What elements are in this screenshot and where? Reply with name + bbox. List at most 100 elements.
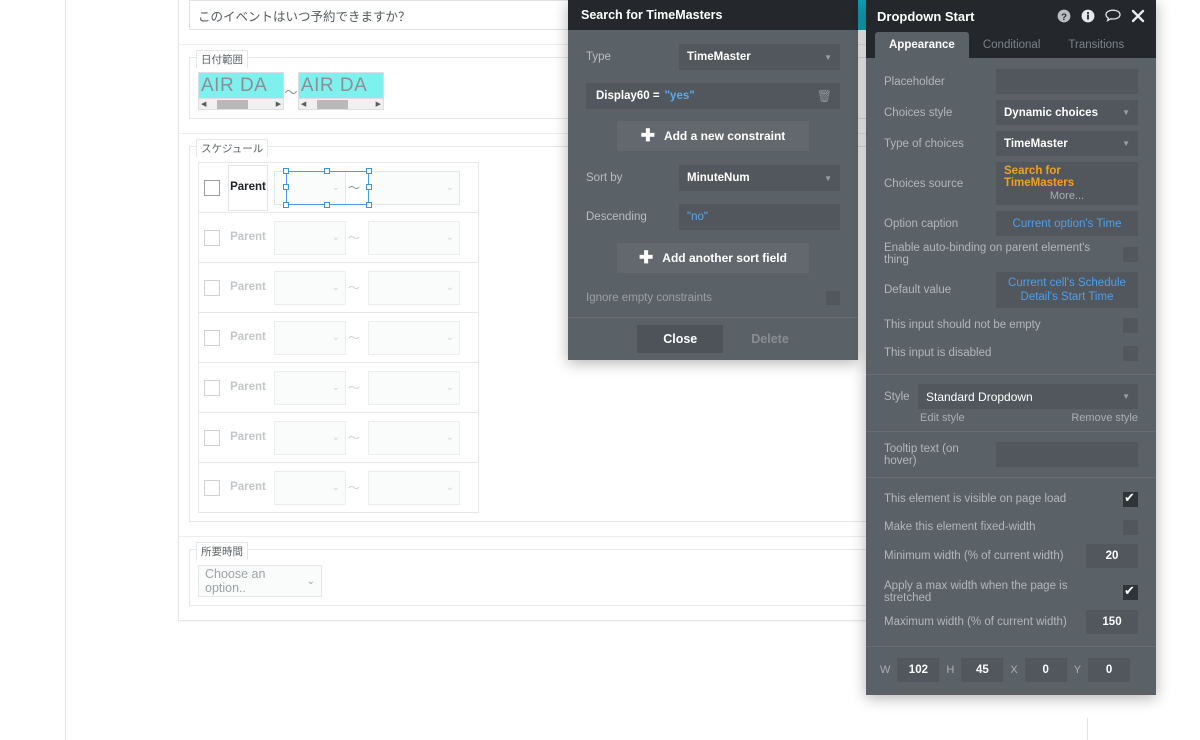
- x-input[interactable]: 0: [1024, 658, 1067, 682]
- table-row[interactable]: Parent ⌄ ～ ⌄: [199, 363, 478, 413]
- tab-appearance[interactable]: Appearance: [875, 32, 969, 58]
- row-start-dropdown[interactable]: ⌄: [274, 170, 346, 205]
- duration-body: Choose an option.. ⌄: [190, 565, 868, 605]
- row-start-dropdown[interactable]: ⌄: [274, 420, 346, 455]
- y-input[interactable]: 0: [1088, 658, 1131, 682]
- row-start-dropdown[interactable]: ⌄: [274, 320, 346, 355]
- height-input[interactable]: 45: [961, 658, 1004, 682]
- sort-by-dropdown[interactable]: MinuteNum ▼: [679, 165, 840, 191]
- choices-source-value[interactable]: Search for TimeMasters: [1004, 165, 1130, 189]
- duration-dropdown[interactable]: Choose an option.. ⌄: [198, 565, 322, 597]
- row-checkbox[interactable]: [204, 279, 220, 296]
- autobinding-checkbox[interactable]: [1123, 246, 1138, 262]
- table-row[interactable]: Parent ⌄ ～ ⌄: [199, 463, 478, 513]
- row-end-dropdown[interactable]: ⌄: [368, 170, 460, 205]
- type-of-choices-dropdown[interactable]: TimeMaster ▼: [996, 131, 1138, 156]
- default-value-line2: Detail's Start Time: [1020, 291, 1114, 303]
- date-range-end[interactable]: AIR DA ◀ ▶: [297, 72, 384, 110]
- fixed-width-checkbox[interactable]: [1123, 519, 1138, 535]
- scroll-left-arrow-icon[interactable]: ◀: [201, 100, 206, 109]
- table-row[interactable]: Parent ⌄ ～ ⌄: [199, 413, 478, 463]
- table-row[interactable]: Parent ⌄ ～ ⌄: [199, 263, 478, 313]
- y-label: Y: [1073, 664, 1082, 676]
- constraint-row[interactable]: Display60 = "yes" 🗑: [586, 83, 840, 109]
- y-value: 0: [1105, 664, 1113, 676]
- row-start-dropdown[interactable]: ⌄: [274, 220, 346, 255]
- help-icon[interactable]: ?: [1057, 9, 1071, 23]
- close-icon[interactable]: [1131, 9, 1145, 23]
- question-input[interactable]: このイベントはいつ予約できますか？: [189, 0, 569, 30]
- row-checkbox[interactable]: [204, 229, 220, 246]
- descending-value-field[interactable]: "no": [679, 204, 840, 230]
- delete-button[interactable]: Delete: [751, 332, 789, 346]
- property-editor-tabs: Appearance Conditional Transitions: [866, 32, 1156, 58]
- svg-text:?: ?: [1061, 12, 1067, 23]
- scroll-right-arrow-icon[interactable]: ▶: [376, 100, 381, 109]
- scroll-right-arrow-icon[interactable]: ▶: [276, 100, 281, 109]
- scrollbar-thumb[interactable]: [316, 100, 348, 109]
- width-input[interactable]: 102: [897, 658, 940, 682]
- schedule-table: Parent ⌄ ～ ⌄ Parent ⌄ ～ ⌄ Parent ⌄ ～ ⌄ P…: [198, 162, 479, 513]
- add-constraint-button[interactable]: ✚ Add a new constraint: [617, 121, 809, 151]
- info-icon[interactable]: [1081, 9, 1095, 23]
- add-sort-field-button[interactable]: ✚ Add another sort field: [617, 243, 809, 273]
- choices-source-field[interactable]: Search for TimeMasters More...: [996, 162, 1138, 205]
- row-end-dropdown[interactable]: ⌄: [368, 220, 460, 255]
- property-editor-body: Placeholder Choices style Dynamic choice…: [866, 58, 1156, 646]
- not-empty-checkbox[interactable]: [1123, 317, 1138, 333]
- table-row[interactable]: Parent ⌄ ～ ⌄: [199, 213, 478, 263]
- row-end-dropdown[interactable]: ⌄: [368, 420, 460, 455]
- row-checkbox[interactable]: [204, 329, 220, 346]
- search-type-dropdown[interactable]: TimeMaster ▼: [679, 44, 840, 70]
- row-start-dropdown[interactable]: ⌄: [274, 470, 346, 505]
- ignore-empty-constraints-checkbox[interactable]: [826, 291, 840, 305]
- trash-icon[interactable]: 🗑: [817, 89, 832, 103]
- row-checkbox[interactable]: [204, 479, 220, 496]
- row-checkbox[interactable]: [204, 429, 220, 446]
- row-parent-label: Parent: [230, 331, 266, 343]
- add-sort-field-label: Add another sort field: [662, 251, 787, 265]
- date-range-end-scrollbar[interactable]: ◀ ▶: [298, 98, 383, 109]
- min-width-value: 20: [1105, 550, 1119, 562]
- row-end-dropdown[interactable]: ⌄: [368, 470, 460, 505]
- default-value-field[interactable]: Current cell's Schedule Detail's Start T…: [996, 272, 1138, 308]
- tooltip-input[interactable]: [996, 442, 1138, 467]
- min-width-input[interactable]: 20: [1086, 544, 1138, 568]
- disabled-checkbox[interactable]: [1123, 345, 1138, 361]
- scroll-left-arrow-icon[interactable]: ◀: [301, 100, 306, 109]
- table-row[interactable]: Parent ⌄ ～ ⌄: [199, 313, 478, 363]
- chevron-down-icon: ▼: [1122, 392, 1130, 401]
- tab-conditional[interactable]: Conditional: [969, 32, 1055, 58]
- row-checkbox[interactable]: [204, 379, 220, 396]
- max-width-input[interactable]: 150: [1086, 610, 1138, 634]
- row-start-dropdown[interactable]: ⌄: [274, 370, 346, 405]
- style-dropdown[interactable]: Standard Dropdown ▼: [918, 384, 1138, 409]
- scrollbar-thumb[interactable]: [217, 100, 248, 109]
- chevron-down-icon: ⌄: [331, 182, 340, 193]
- row-end-dropdown[interactable]: ⌄: [368, 320, 460, 355]
- apply-max-width-checkbox[interactable]: [1123, 583, 1138, 600]
- choices-style-dropdown[interactable]: Dynamic choices ▼: [996, 100, 1138, 125]
- date-range-start-scrollbar[interactable]: ◀ ▶: [199, 98, 284, 109]
- row-checkbox[interactable]: [204, 179, 220, 196]
- edit-style-link[interactable]: Edit style: [920, 412, 965, 424]
- option-caption-field[interactable]: Current option's Time: [996, 211, 1138, 236]
- close-button[interactable]: Close: [637, 325, 724, 353]
- default-value-label: Default value: [884, 284, 952, 296]
- choices-source-more-link[interactable]: More...: [1050, 190, 1084, 202]
- disabled-row: This input is disabled: [866, 339, 1156, 367]
- row-start-dropdown[interactable]: ⌄: [274, 270, 346, 305]
- table-row[interactable]: Parent ⌄ ～ ⌄: [199, 163, 478, 213]
- remove-style-link[interactable]: Remove style: [1071, 412, 1138, 424]
- row-end-dropdown[interactable]: ⌄: [368, 270, 460, 305]
- descending-row: Descending "no": [586, 204, 840, 230]
- row-end-dropdown[interactable]: ⌄: [368, 370, 460, 405]
- placeholder-row: Placeholder: [866, 66, 1156, 97]
- disabled-label: This input is disabled: [884, 347, 992, 359]
- tab-transitions[interactable]: Transitions: [1054, 32, 1138, 58]
- visible-on-load-checkbox[interactable]: [1123, 490, 1138, 507]
- date-range-start[interactable]: AIR DA ◀ ▶: [198, 72, 285, 110]
- chevron-down-icon: ⌄: [331, 432, 340, 443]
- placeholder-input[interactable]: [996, 69, 1138, 94]
- comment-icon[interactable]: [1105, 9, 1121, 23]
